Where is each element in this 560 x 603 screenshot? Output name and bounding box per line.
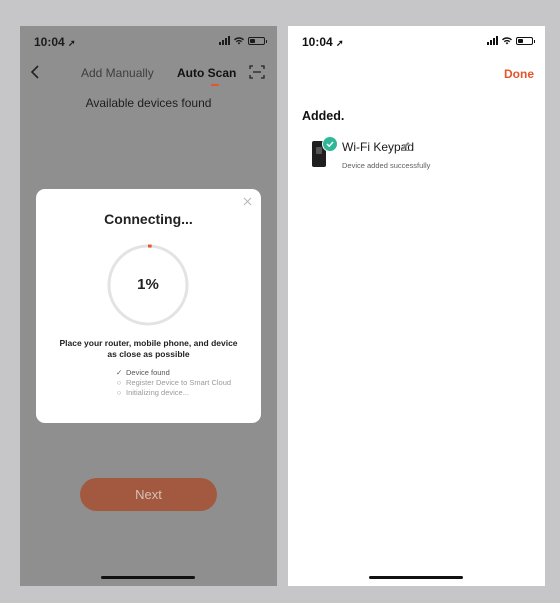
battery-icon <box>516 36 535 45</box>
cellular-signal-icon <box>487 36 498 45</box>
tab-add-manually[interactable]: Add Manually <box>81 66 154 80</box>
home-indicator <box>369 576 463 579</box>
device-status-text: Device added successfully <box>342 161 431 170</box>
location-arrow-icon: ➚ <box>68 38 76 48</box>
scan-frame-icon[interactable] <box>249 64 265 80</box>
wifi-icon <box>234 36 244 44</box>
chevron-left-icon[interactable] <box>29 63 43 81</box>
added-heading: Added. <box>302 109 345 123</box>
next-button[interactable]: Next <box>80 478 217 511</box>
status-bar: 10:04 ➚ <box>20 26 277 54</box>
status-bar: 10:04 ➚ <box>288 26 545 54</box>
tab-auto-scan[interactable]: Auto Scan <box>177 66 236 80</box>
step-initializing: ○ Initializing device... <box>116 388 189 397</box>
location-arrow-icon: ➚ <box>336 38 344 48</box>
done-button[interactable]: Done <box>504 67 534 81</box>
available-devices-text: Available devices found <box>85 96 212 110</box>
right-phone-screen: 10:04 ➚ Done Added. Wi-Fi Keypad Device … <box>288 26 545 586</box>
top-nav: Add Manually Auto Scan <box>20 62 277 90</box>
status-icons <box>487 36 535 45</box>
step-list: ✓ Device found ○ Register Device to Smar… <box>116 368 231 398</box>
cellular-signal-icon <box>219 36 230 45</box>
status-time: 10:04 ➚ <box>302 35 344 49</box>
dialog-title: Connecting... <box>104 211 193 227</box>
check-icon: ✓ <box>116 368 123 377</box>
circle-icon: ○ <box>116 378 122 387</box>
proximity-hint: Place your router, mobile phone, and dev… <box>59 338 238 359</box>
status-time: 10:04 ➚ <box>34 35 76 49</box>
tab-active-indicator <box>211 84 219 86</box>
wifi-icon <box>502 36 512 44</box>
step-register-device: ○ Register Device to Smart Cloud <box>116 378 232 387</box>
status-icons <box>219 36 267 45</box>
progress-percent: 1% <box>137 276 159 293</box>
connecting-dialog: Connecting... 1% Place your router, mobi… <box>36 189 261 423</box>
home-indicator <box>101 576 195 579</box>
circle-icon: ○ <box>116 388 122 397</box>
battery-icon <box>248 36 267 45</box>
close-icon[interactable] <box>243 197 252 206</box>
device-list-item[interactable]: Wi-Fi Keypad Device added successfully <box>288 134 545 184</box>
step-device-found: ✓ Device found <box>116 368 170 377</box>
edit-pencil-icon[interactable] <box>400 139 412 151</box>
success-check-icon <box>322 136 338 152</box>
left-phone-screen: 10:04 ➚ Add Manually Auto Scan Available… <box>20 26 277 586</box>
